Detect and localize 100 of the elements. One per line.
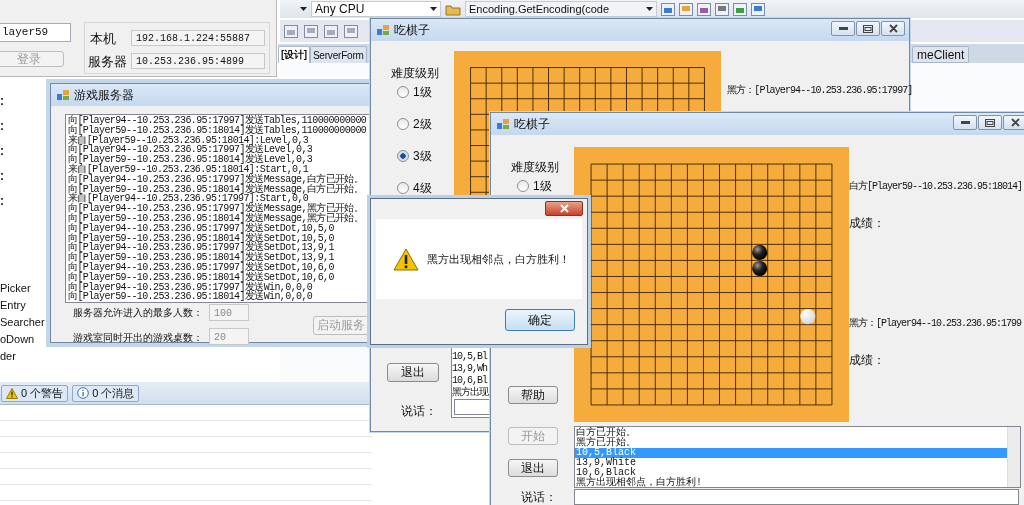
- document-tab[interactable]: ServerForm: [309, 46, 367, 63]
- minimize-icon: [838, 27, 848, 30]
- chat-field[interactable]: [574, 489, 1019, 505]
- close-button[interactable]: [545, 201, 583, 216]
- toolbar-icon[interactable]: [679, 2, 693, 16]
- log-line: 向[Player94--10.253.236.95:17997]发送SetDot,10,6,0: [68, 262, 335, 273]
- window-icon: [57, 89, 69, 101]
- move-line[interactable]: 10,6,Bl: [452, 375, 489, 387]
- name-field[interactable]: layer59: [0, 23, 71, 42]
- go-board[interactable]: [574, 147, 849, 422]
- window-title: 游戏服务器: [74, 86, 134, 104]
- window-icon: [497, 118, 509, 130]
- toolbar-icon[interactable]: [733, 2, 747, 16]
- go-stone: [752, 244, 768, 260]
- local-address-field[interactable]: 192.168.1.224:55887: [131, 30, 265, 46]
- move-line[interactable]: 13,9,Wh: [452, 363, 489, 375]
- error-list-filter[interactable]: 0 个警告: [1, 384, 69, 402]
- go-stone: [752, 260, 768, 276]
- max-players-label: 服务器允许进入的最多人数：: [73, 306, 203, 320]
- close-icon: [888, 24, 898, 33]
- toolbar-icon[interactable]: [751, 2, 765, 16]
- level-group-title: 难度级别: [391, 65, 439, 82]
- level-radio[interactable]: 1级: [517, 177, 552, 195]
- toolbar-icon[interactable]: [715, 2, 729, 16]
- move-line[interactable]: 黑方出现相邻点，白方胜利!: [575, 478, 1007, 487]
- close-button[interactable]: [881, 21, 905, 36]
- move-line[interactable]: 10,5,Bl: [452, 351, 489, 363]
- toolbar-icon[interactable]: [324, 24, 338, 38]
- move-line[interactable]: 黑方出现: [452, 387, 489, 399]
- toolbar-icon[interactable]: [284, 24, 298, 38]
- close-icon: [1010, 118, 1020, 127]
- close-button[interactable]: [1003, 115, 1024, 130]
- log-line: 向[Player94--10.253.236.95:17997]发送Tables,110000000000: [68, 116, 368, 126]
- toolbar-icon[interactable]: [304, 24, 318, 38]
- window-title: 吃棋子: [514, 115, 550, 133]
- score-label: 成绩：: [849, 215, 886, 232]
- level-radio[interactable]: 2级: [397, 115, 432, 133]
- log-line: 向[Player59--10.253.236.95:18014]发送Message,黑方已开始。: [68, 213, 365, 224]
- log-line: 向[Player59--10.253.236.95:18014]发送Level,0,3: [68, 155, 314, 165]
- scrollbar[interactable]: [1007, 427, 1020, 487]
- log-line: 向[Player94--10.253.236.95:17997]发送Message,白方已开始。: [68, 174, 365, 185]
- property-label: :: [0, 119, 4, 133]
- error-list-filter[interactable]: 0 个消息: [72, 384, 140, 402]
- move-list[interactable]: 白方已开始。 黑方已开始。 10,5,Black 13,9,White 10,6,Black 黑方出现相邻点，白方胜利!: [574, 426, 1021, 488]
- chat-label: 说话：: [521, 489, 557, 505]
- chat-field[interactable]: [454, 399, 491, 415]
- game-button[interactable]: 退出: [508, 459, 558, 477]
- folder-icon[interactable]: [445, 2, 461, 16]
- restore-button[interactable]: [978, 115, 1002, 130]
- game-button[interactable]: 帮助: [508, 386, 558, 404]
- toolbar-icon[interactable]: [661, 2, 675, 16]
- go-stone: [800, 309, 816, 325]
- restore-icon: [863, 24, 873, 33]
- toolbox-item[interactable]: der: [0, 348, 45, 365]
- property-label: :: [0, 144, 4, 158]
- toolbox-item[interactable]: Searcher: [0, 314, 45, 331]
- toolbox-item[interactable]: Picker: [0, 280, 45, 297]
- toolbar-icon[interactable]: [697, 2, 711, 16]
- minimize-button[interactable]: [953, 115, 977, 130]
- tables-label: 游戏室同时开出的游戏桌数：: [73, 331, 203, 345]
- level-group-title: 难度级别: [511, 159, 559, 176]
- player-label: 黑方：[Player94--10.253.236.95:1799: [849, 316, 1023, 330]
- level-radio[interactable]: 4级: [397, 179, 432, 197]
- code-context-dropdown[interactable]: Encoding.GetEncoding(code: [465, 1, 657, 17]
- log-line: 向[Player59--10.253.236.95:18014]发送SetDot,13,9,1: [68, 253, 335, 263]
- caret-icon: [300, 7, 307, 11]
- restore-icon: [985, 118, 995, 127]
- close-icon: [559, 204, 569, 213]
- window-title: 吃棋子: [394, 21, 430, 39]
- window-icon: [377, 24, 389, 36]
- minimize-icon: [960, 121, 970, 124]
- exit-button[interactable]: 退出: [387, 363, 439, 382]
- property-label: :: [0, 194, 4, 208]
- toolbox-item[interactable]: Entry: [0, 297, 45, 314]
- chat-label: 说话：: [401, 403, 437, 420]
- ok-button[interactable]: 确定: [505, 309, 575, 331]
- log-line: 向[Player94--10.253.236.95:17997]发送SetDot,10,5,0: [68, 223, 334, 234]
- level-radio[interactable]: 1级: [397, 83, 432, 101]
- platform-dropdown[interactable]: Any CPU: [311, 1, 441, 17]
- document-tab[interactable]: [设计]: [278, 46, 310, 63]
- log-line: 向[Player59--10.253.236.95:18014]发送SetDot,10,6,0: [68, 272, 335, 283]
- property-label: :: [0, 169, 4, 183]
- document-tab[interactable]: meClient: [912, 46, 970, 63]
- caret-icon: [646, 7, 653, 11]
- warning-icon: [6, 387, 18, 399]
- restore-button[interactable]: [856, 21, 880, 36]
- server-address-field[interactable]: 10.253.236.95:4899: [131, 53, 265, 69]
- move-line[interactable]: 黑方已开始。: [575, 438, 1007, 448]
- log-line: 向[Player59--10.253.236.95:18014]发送Tables,110000000000: [68, 125, 368, 136]
- player-label: 白方[Player59--10.253.236.95:18014]: [849, 179, 1023, 193]
- log-line: 向[Player59--10.253.236.95:18014]发送Win,0,0,0: [68, 292, 314, 302]
- level-radio[interactable]: 3级: [397, 147, 432, 165]
- move-line[interactable]: 13,9,White: [575, 458, 1007, 468]
- toolbar-icon[interactable]: [344, 24, 358, 38]
- move-line[interactable]: 白方已开始。: [575, 428, 1007, 438]
- minimize-button[interactable]: [831, 21, 855, 36]
- toolbox-item[interactable]: oDown: [0, 331, 45, 348]
- dialog-message: 黑方出现相邻点，白方胜利！: [427, 251, 570, 267]
- move-line[interactable]: 10,6,Black: [575, 468, 1007, 478]
- log-line: 向[Player94--10.253.236.95:17997]发送Message,黑方已开始。: [68, 204, 365, 214]
